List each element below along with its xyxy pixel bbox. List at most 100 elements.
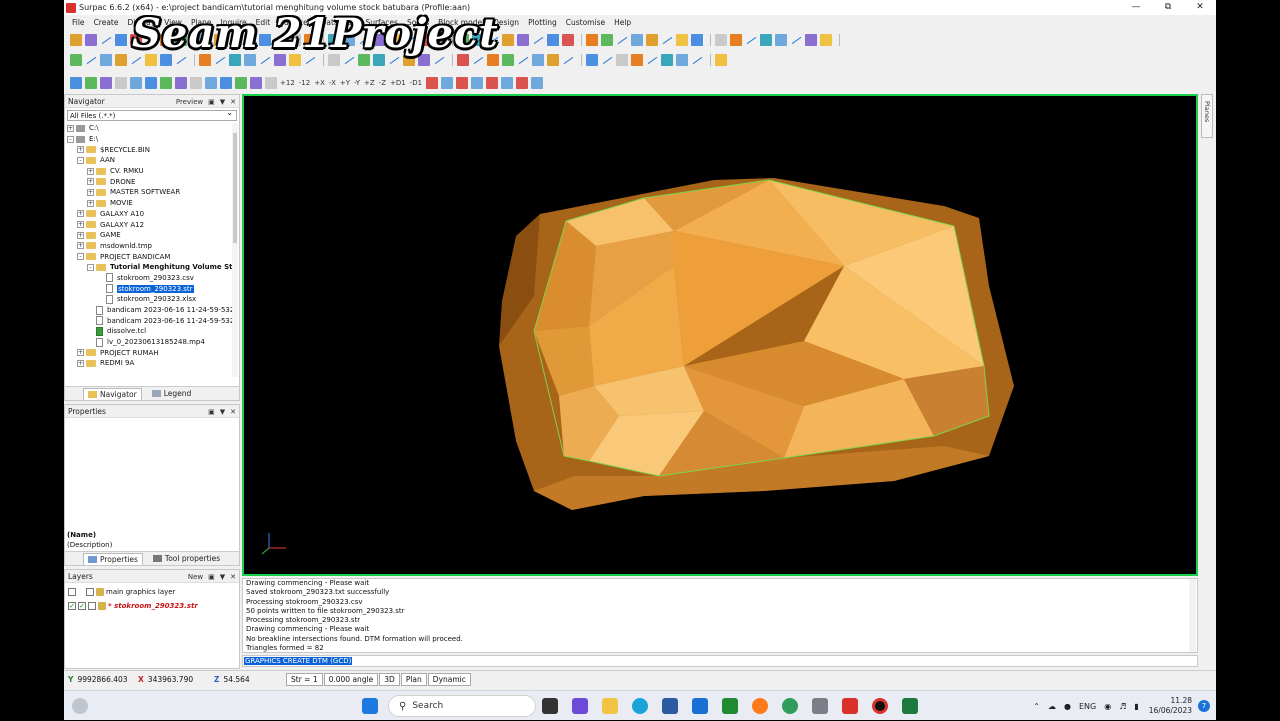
expand-toggle-icon[interactable]: + [87, 199, 94, 207]
toolbar-button-icon[interactable] [471, 76, 484, 89]
expand-toggle-icon[interactable]: + [77, 221, 84, 229]
rotate-axis-button[interactable]: +X [314, 79, 325, 87]
rotate-axis-button[interactable]: +Z [364, 79, 375, 87]
battery-icon[interactable]: ▮ [1134, 702, 1138, 711]
language-indicator[interactable]: ENG [1079, 702, 1096, 711]
toolbar-button-icon[interactable] [265, 76, 277, 89]
layer-lock-checkbox[interactable] [86, 588, 94, 596]
weather-icon[interactable] [72, 698, 88, 714]
tree-item[interactable]: + REDMI 9A [65, 358, 233, 369]
menu-item[interactable]: Create [94, 18, 119, 27]
tree-item[interactable]: bandicam 2023-06-16 11-24-59-532.mp [65, 305, 233, 316]
toolbar-button-icon[interactable] [426, 76, 439, 89]
app-l-icon[interactable] [692, 698, 708, 714]
toolbar-button-icon[interactable] [250, 76, 262, 89]
tab-legend[interactable]: Legend [148, 388, 196, 399]
tree-item[interactable]: + $RECYCLE.BIN [65, 144, 233, 155]
expand-toggle-icon[interactable]: + [77, 210, 84, 218]
toolbar-button-icon[interactable] [115, 76, 127, 89]
surpac-taskbar-icon[interactable] [842, 698, 858, 714]
xbox-icon[interactable] [722, 698, 738, 714]
layer-visibility-checkbox[interactable] [68, 588, 76, 596]
toolbar-button-icon[interactable] [502, 53, 514, 66]
menu-item[interactable]: File [72, 18, 85, 27]
pin-icon[interactable]: ▼ [220, 573, 225, 581]
layer-row[interactable]: main graphics layer [65, 585, 239, 599]
chevron-up-icon[interactable]: ⌃ [1033, 702, 1040, 711]
tree-item[interactable]: bandicam 2023-06-16 11-24-59-532.mp [65, 315, 233, 326]
toolbar-button-icon[interactable] [70, 53, 82, 66]
close-panel-icon[interactable]: ✕ [230, 98, 236, 106]
toolbar-button-icon[interactable] [516, 76, 529, 89]
tree-item[interactable]: + CV. RMKU [65, 166, 233, 177]
toolbar-button-icon[interactable] [805, 33, 817, 46]
toolbar-button-icon[interactable] [456, 76, 469, 89]
file-explorer-icon[interactable] [602, 698, 618, 714]
toolbar-button-icon[interactable] [205, 76, 217, 89]
toolbar-button-icon[interactable] [547, 53, 559, 66]
toolbar-button-icon[interactable] [715, 53, 727, 66]
rotate-axis-button[interactable]: +Y [340, 79, 350, 87]
status-3d[interactable]: 3D [379, 672, 400, 686]
taskbar-search-box[interactable]: ⚲ Search [388, 695, 536, 717]
mic-icon[interactable]: ● [1064, 702, 1071, 711]
toolbar-button-icon[interactable] [85, 33, 97, 46]
preview-button[interactable]: Preview [176, 98, 203, 106]
expand-toggle-icon[interactable]: + [87, 178, 94, 186]
expand-toggle-icon[interactable]: + [77, 359, 84, 367]
new-layer-button[interactable]: New [188, 573, 203, 581]
store-icon[interactable] [662, 698, 678, 714]
status-plan[interactable]: Plan [400, 672, 427, 686]
cloud-icon[interactable]: ☁ [1048, 702, 1056, 711]
start-icon[interactable] [362, 698, 378, 714]
expand-toggle-icon[interactable]: - [67, 135, 74, 143]
pin-icon[interactable]: ▼ [220, 98, 225, 106]
graphics-viewport[interactable] [242, 94, 1198, 576]
status-string[interactable]: Str = 1 [286, 672, 323, 686]
toolbar-button-icon[interactable] [661, 53, 673, 66]
command-line[interactable]: GRAPHICS CREATE DTM (GCD) [242, 655, 1198, 667]
toolbar-button-icon[interactable] [646, 33, 658, 46]
tree-item[interactable]: dissolve.tcl [65, 326, 233, 337]
tree-item[interactable]: + MOVIE [65, 198, 233, 209]
menu-item[interactable]: Help [614, 18, 631, 27]
toolbar-button-icon[interactable] [115, 33, 127, 46]
rotate-axis-button[interactable]: +D1 [390, 79, 406, 87]
line-tool-icon[interactable] [745, 34, 757, 46]
float-icon[interactable]: ▣ [208, 98, 215, 106]
toolbar-button-icon[interactable] [175, 76, 187, 89]
notification-badge[interactable]: 7 [1198, 700, 1210, 712]
toolbar-button-icon[interactable] [130, 76, 142, 89]
tab-tool-properties[interactable]: Tool properties [149, 553, 224, 564]
bandicam-icon[interactable] [872, 698, 888, 714]
toolbar-button-icon[interactable] [100, 53, 112, 66]
layer-visibility-checkbox[interactable]: ✓ [68, 602, 76, 610]
line-tool-icon[interactable] [532, 34, 544, 46]
rotate-axis-button[interactable]: -X [329, 79, 336, 87]
menu-item[interactable]: Plotting [528, 18, 557, 27]
tree-item[interactable]: - Tutorial Menghitung Volume Stoc [65, 262, 233, 273]
tree-item[interactable]: + msdownld.tmp [65, 241, 233, 252]
tree-item[interactable]: + DRONE [65, 176, 233, 187]
tree-item[interactable]: lv_0_20230613185248.mp4 [65, 337, 233, 348]
line-tool-icon[interactable] [790, 34, 802, 46]
tab-properties[interactable]: Properties [83, 552, 143, 565]
toolbar-button-icon[interactable] [70, 76, 82, 89]
line-tool-icon[interactable] [646, 54, 658, 66]
status-dynamic[interactable]: Dynamic [427, 672, 471, 686]
toolbar-button-icon[interactable] [85, 76, 97, 89]
expand-toggle-icon[interactable]: - [87, 263, 94, 271]
toolbar-button-icon[interactable] [631, 53, 643, 66]
float-icon[interactable]: ▣ [208, 408, 215, 416]
tab-navigator[interactable]: Navigator [83, 387, 142, 400]
expand-toggle-icon[interactable]: + [77, 146, 84, 154]
tree-item[interactable]: + C:\ [65, 123, 233, 134]
restore-button[interactable]: ⧉ [1152, 0, 1184, 15]
rotate-axis-button[interactable]: -Z [379, 79, 386, 87]
status-angle[interactable]: 0.000 angle [323, 672, 379, 686]
tree-item[interactable]: - E:\ [65, 134, 233, 145]
toolbar-button-icon[interactable] [775, 33, 787, 46]
planes-side-tab[interactable]: Planes [1201, 94, 1213, 138]
tree-item[interactable]: stokroom_290323.xlsx [65, 294, 233, 305]
expand-toggle-icon[interactable]: + [77, 349, 84, 357]
